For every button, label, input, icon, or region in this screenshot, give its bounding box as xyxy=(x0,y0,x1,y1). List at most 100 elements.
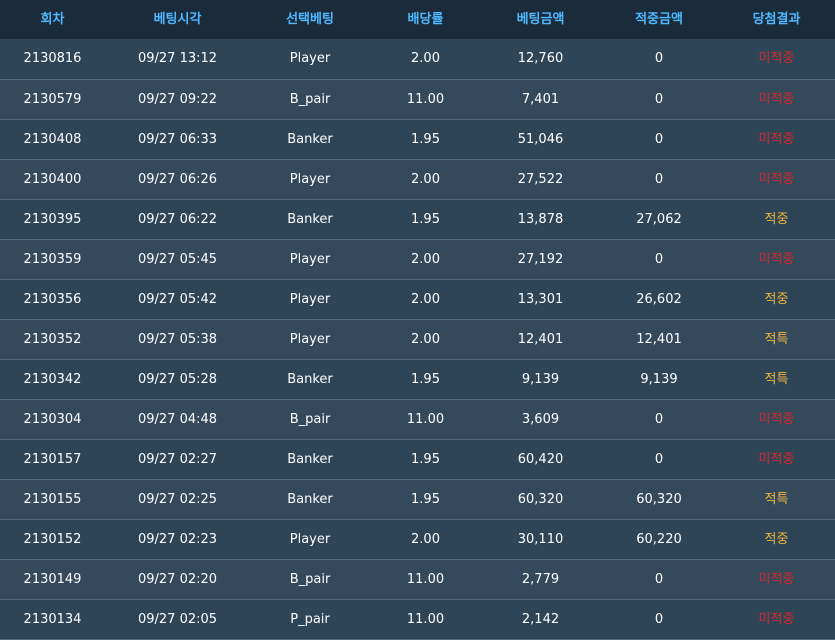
table-row: 2130816 09/27 13:12 Player 2.00 12,760 0 미적중 xyxy=(0,39,835,80)
header-result: 당첨결과 xyxy=(752,12,801,27)
odds-cell: 2.00 xyxy=(370,239,481,280)
round-cell: 2130134 xyxy=(0,599,105,640)
odds-cell: 11.00 xyxy=(370,599,481,640)
result-cell: 미적중 xyxy=(718,599,835,640)
result-cell: 적특 xyxy=(718,319,835,360)
selected-bet-cell: Player xyxy=(250,319,370,360)
selected-bet-cell: Banker xyxy=(250,439,370,480)
odds-cell: 1.95 xyxy=(370,119,481,160)
result-cell: 적특 xyxy=(718,479,835,520)
win-amount-cell: 0 xyxy=(600,119,718,160)
selected-bet-cell: Player xyxy=(250,519,370,560)
bet-amount-cell: 7,401 xyxy=(481,79,600,120)
round-cell: 2130342 xyxy=(0,359,105,400)
header-round: 회차 xyxy=(40,12,65,27)
table-row: 2130352 09/27 05:38 Player 2.00 12,401 12,401… xyxy=(0,319,835,360)
bet-amount-cell: 2,779 xyxy=(481,559,600,600)
round-cell: 2130395 xyxy=(0,199,105,240)
result-cell: 미적중 xyxy=(718,159,835,200)
bet-time-cell: 09/27 05:28 xyxy=(105,359,250,400)
bet-time-cell: 09/27 02:20 xyxy=(105,559,250,600)
odds-cell: 1.95 xyxy=(370,479,481,520)
bet-history-panel: 회차 베팅시각 선택베팅 배당률 베팅금액 적중금액 당첨결과 2130816 0… xyxy=(0,0,835,641)
round-cell: 2130304 xyxy=(0,399,105,440)
round-cell: 2130408 xyxy=(0,119,105,160)
bet-time-cell: 09/27 05:38 xyxy=(105,319,250,360)
bet-time-cell: 09/27 06:33 xyxy=(105,119,250,160)
round-cell: 2130579 xyxy=(0,79,105,120)
odds-cell: 2.00 xyxy=(370,519,481,560)
bet-time-cell: 09/27 13:12 xyxy=(105,39,250,80)
table-row: 2130579 09/27 09:22 B_pair 11.00 7,401 0 미적중 xyxy=(0,79,835,120)
selected-bet-cell: Banker xyxy=(250,359,370,400)
round-cell: 2130157 xyxy=(0,439,105,480)
result-cell: 적중 xyxy=(718,199,835,240)
win-amount-cell: 0 xyxy=(600,39,718,80)
round-cell: 2130356 xyxy=(0,279,105,320)
header-odds: 배당률 xyxy=(407,12,444,27)
table-row: 2130395 09/27 06:22 Banker 1.95 13,878 27,062… xyxy=(0,199,835,240)
odds-cell: 2.00 xyxy=(370,319,481,360)
win-amount-cell: 9,139 xyxy=(600,359,718,400)
bet-amount-cell: 27,192 xyxy=(481,239,600,280)
bet-time-cell: 09/27 02:23 xyxy=(105,519,250,560)
header-bet-time: 베팅시각 xyxy=(153,12,202,27)
result-cell: 미적중 xyxy=(718,119,835,160)
table-body: 2130816 09/27 13:12 Player 2.00 12,760 0 미적중 21… xyxy=(0,39,835,640)
selected-bet-cell: B_pair xyxy=(250,79,370,120)
bet-amount-cell: 13,878 xyxy=(481,199,600,240)
bet-amount-cell: 13,301 xyxy=(481,279,600,320)
result-cell: 미적중 xyxy=(718,439,835,480)
result-cell: 미적중 xyxy=(718,239,835,280)
win-amount-cell: 0 xyxy=(600,79,718,120)
bet-amount-cell: 9,139 xyxy=(481,359,600,400)
odds-cell: 2.00 xyxy=(370,159,481,200)
odds-cell: 11.00 xyxy=(370,559,481,600)
round-cell: 2130400 xyxy=(0,159,105,200)
table-row: 2130304 09/27 04:48 B_pair 11.00 3,609 0 미적중 xyxy=(0,399,835,440)
table-row: 2130149 09/27 02:20 B_pair 11.00 2,779 0 미적중 xyxy=(0,559,835,600)
selected-bet-cell: P_pair xyxy=(250,599,370,640)
table-header-row: 회차 베팅시각 선택베팅 배당률 베팅금액 적중금액 당첨결과 xyxy=(0,0,835,39)
win-amount-cell: 26,602 xyxy=(600,279,718,320)
odds-cell: 11.00 xyxy=(370,399,481,440)
bet-time-cell: 09/27 02:27 xyxy=(105,439,250,480)
round-cell: 2130152 xyxy=(0,519,105,560)
odds-cell: 1.95 xyxy=(370,199,481,240)
bet-history-table: 회차 베팅시각 선택베팅 배당률 베팅금액 적중금액 당첨결과 2130816 0… xyxy=(0,0,835,640)
odds-cell: 1.95 xyxy=(370,359,481,400)
table-row: 2130400 09/27 06:26 Player 2.00 27,522 0 미적중 xyxy=(0,159,835,200)
win-amount-cell: 0 xyxy=(600,599,718,640)
win-amount-cell: 27,062 xyxy=(600,199,718,240)
selected-bet-cell: Player xyxy=(250,159,370,200)
selected-bet-cell: Player xyxy=(250,239,370,280)
bet-time-cell: 09/27 06:26 xyxy=(105,159,250,200)
header-win-amount: 적중금액 xyxy=(635,12,683,27)
header-selected-bet: 선택베팅 xyxy=(286,12,334,27)
result-cell: 적특 xyxy=(718,359,835,400)
bet-amount-cell: 30,110 xyxy=(481,519,600,560)
result-cell: 미적중 xyxy=(718,559,835,600)
bet-amount-cell: 12,401 xyxy=(481,319,600,360)
win-amount-cell: 12,401 xyxy=(600,319,718,360)
table-row: 2130359 09/27 05:45 Player 2.00 27,192 0 미적중 xyxy=(0,239,835,280)
header-bet-amount: 베팅금액 xyxy=(516,12,565,27)
win-amount-cell: 0 xyxy=(600,399,718,440)
result-cell: 미적중 xyxy=(718,39,835,80)
win-amount-cell: 60,320 xyxy=(600,479,718,520)
odds-cell: 2.00 xyxy=(370,39,481,80)
selected-bet-cell: Player xyxy=(250,39,370,80)
table-row: 2130342 09/27 05:28 Banker 1.95 9,139 9,139 적특 xyxy=(0,359,835,400)
result-cell: 적중 xyxy=(718,279,835,320)
bet-time-cell: 09/27 02:25 xyxy=(105,479,250,520)
selected-bet-cell: Banker xyxy=(250,119,370,160)
table-row: 2130408 09/27 06:33 Banker 1.95 51,046 0 미적중 xyxy=(0,119,835,160)
selected-bet-cell: Player xyxy=(250,279,370,320)
round-cell: 2130816 xyxy=(0,39,105,80)
table-row: 2130134 09/27 02:05 P_pair 11.00 2,142 0 미적중 xyxy=(0,599,835,640)
table-row: 2130155 09/27 02:25 Banker 1.95 60,320 60,320… xyxy=(0,479,835,520)
selected-bet-cell: Banker xyxy=(250,479,370,520)
bet-amount-cell: 12,760 xyxy=(481,39,600,80)
bet-amount-cell: 3,609 xyxy=(481,399,600,440)
win-amount-cell: 0 xyxy=(600,559,718,600)
